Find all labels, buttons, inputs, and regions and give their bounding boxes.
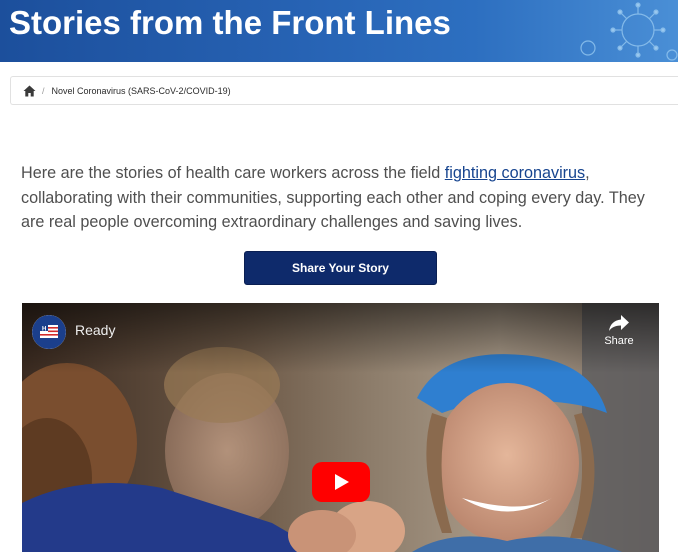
video-share-button[interactable]: Share: [601, 314, 637, 347]
home-icon[interactable]: [23, 85, 36, 97]
channel-logo-icon[interactable]: H: [32, 315, 66, 349]
breadcrumb: / Novel Coronavirus (SARS-CoV-2/COVID-19…: [10, 76, 678, 105]
fighting-coronavirus-link[interactable]: fighting coronavirus: [445, 164, 585, 182]
share-your-story-button[interactable]: Share Your Story: [244, 251, 437, 285]
virus-illustration-icon: [580, 2, 678, 61]
video-share-label: Share: [604, 335, 634, 347]
intro-text-before: Here are the stories of health care work…: [21, 164, 445, 183]
video-top-overlay: [22, 303, 659, 373]
video-title[interactable]: Ready: [75, 322, 115, 338]
share-arrow-icon: [609, 315, 629, 331]
banner-title: Stories from the Front Lines: [9, 4, 451, 41]
breadcrumb-separator: /: [42, 85, 45, 96]
youtube-play-icon[interactable]: [312, 462, 370, 502]
video-player[interactable]: H Ready Share: [22, 303, 659, 552]
breadcrumb-current[interactable]: Novel Coronavirus (SARS-CoV-2/COVID-19): [52, 86, 231, 96]
hospital-flag-logo-icon: H: [32, 315, 66, 349]
page-banner: Stories from the Front Lines: [0, 0, 678, 62]
svg-text:H: H: [42, 327, 46, 333]
intro-paragraph: Here are the stories of health care work…: [21, 161, 661, 235]
